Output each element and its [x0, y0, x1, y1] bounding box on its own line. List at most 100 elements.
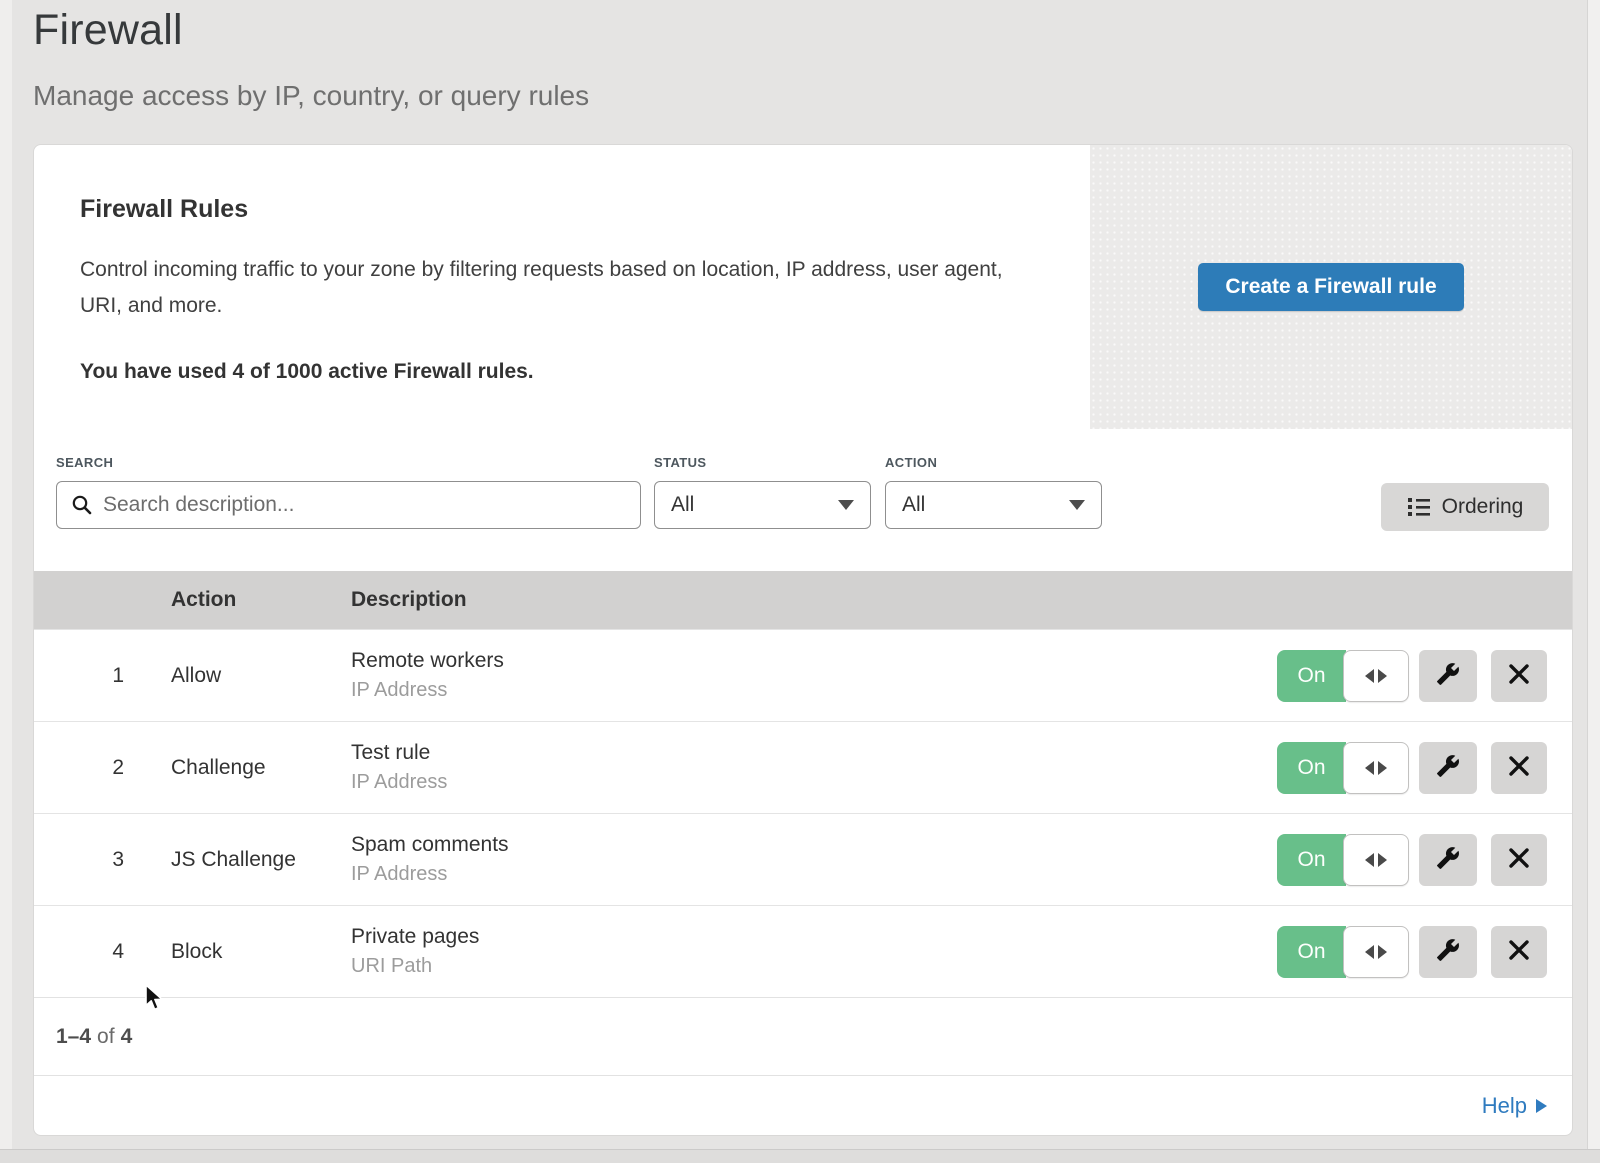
wrench-icon	[1436, 938, 1460, 965]
search-label: SEARCH	[56, 455, 113, 470]
rule-controls: On	[1277, 926, 1572, 978]
firewall-rules-card: Firewall Rules Control incoming traffic …	[33, 144, 1573, 1136]
search-box[interactable]	[56, 481, 641, 529]
rule-priority: 3	[34, 848, 171, 872]
status-select[interactable]: All	[654, 481, 871, 529]
help-arrow-icon	[1536, 1099, 1547, 1113]
toggle-right-arrow-icon	[1378, 853, 1387, 867]
page-title: Firewall	[33, 6, 183, 55]
rule-description: Test rule	[351, 741, 1277, 765]
toggle-handle[interactable]	[1343, 650, 1409, 702]
toggle-right-arrow-icon	[1378, 669, 1387, 683]
window-left-edge	[0, 0, 12, 1163]
rule-enabled-toggle[interactable]: On	[1277, 650, 1409, 702]
status-label: STATUS	[654, 455, 706, 470]
rule-description: Remote workers	[351, 649, 1277, 673]
window-bottom-edge	[0, 1149, 1600, 1163]
close-icon	[1508, 847, 1530, 872]
ordering-button-label: Ordering	[1442, 495, 1524, 519]
rule-description-cell: Remote workers IP Address	[351, 649, 1277, 702]
status-select-value: All	[671, 493, 694, 517]
toggle-right-arrow-icon	[1378, 761, 1387, 775]
pager-total: 4	[121, 1025, 133, 1049]
toggle-left-arrow-icon	[1365, 945, 1374, 959]
rule-controls: On	[1277, 650, 1572, 702]
ordering-list-icon	[1407, 496, 1431, 518]
action-column-header: Action	[171, 588, 351, 612]
toggle-on-label: On	[1277, 834, 1346, 886]
wrench-icon	[1436, 662, 1460, 689]
overview-description: Control incoming traffic to your zone by…	[80, 252, 1030, 324]
create-firewall-rule-button[interactable]: Create a Firewall rule	[1198, 263, 1463, 311]
table-row: 2 Challenge Test rule IP Address On	[34, 721, 1572, 813]
wrench-icon	[1436, 754, 1460, 781]
delete-rule-button[interactable]	[1491, 926, 1547, 978]
rule-controls: On	[1277, 742, 1572, 794]
rule-priority: 4	[34, 940, 171, 964]
table-row: 4 Block Private pages URI Path On	[34, 905, 1572, 997]
rule-description-cell: Spam comments IP Address	[351, 833, 1277, 886]
search-icon	[71, 494, 93, 516]
page-subtitle: Manage access by IP, country, or query r…	[33, 80, 589, 112]
filters-section: SEARCH STATUS All ACTION All	[34, 429, 1572, 571]
rule-priority: 2	[34, 756, 171, 780]
search-input[interactable]	[103, 493, 626, 517]
help-link-label: Help	[1482, 1093, 1527, 1119]
rule-description: Spam comments	[351, 833, 1277, 857]
rule-priority: 1	[34, 664, 171, 688]
help-link[interactable]: Help	[1482, 1093, 1547, 1119]
rule-description-cell: Private pages URI Path	[351, 925, 1277, 978]
rule-match-type: URI Path	[351, 955, 1277, 978]
rule-description-cell: Test rule IP Address	[351, 741, 1277, 794]
rule-controls: On	[1277, 834, 1572, 886]
toggle-handle[interactable]	[1343, 926, 1409, 978]
toggle-handle[interactable]	[1343, 834, 1409, 886]
rule-action: Block	[171, 940, 351, 964]
edit-rule-button[interactable]	[1419, 926, 1477, 978]
toggle-on-label: On	[1277, 926, 1346, 978]
rule-enabled-toggle[interactable]: On	[1277, 742, 1409, 794]
toggle-on-label: On	[1277, 650, 1346, 702]
action-select[interactable]: All	[885, 481, 1102, 529]
edit-rule-button[interactable]	[1419, 834, 1477, 886]
rule-match-type: IP Address	[351, 771, 1277, 794]
wrench-icon	[1436, 846, 1460, 873]
close-icon	[1508, 755, 1530, 780]
table-row: 1 Allow Remote workers IP Address On	[34, 629, 1572, 721]
firewall-page: Firewall Manage access by IP, country, o…	[0, 0, 1600, 1163]
close-icon	[1508, 939, 1530, 964]
table-header: Action Description	[34, 571, 1572, 629]
rule-action: Allow	[171, 664, 351, 688]
close-icon	[1508, 663, 1530, 688]
toggle-left-arrow-icon	[1365, 853, 1374, 867]
delete-rule-button[interactable]	[1491, 742, 1547, 794]
pager-separator: of	[97, 1025, 115, 1049]
ordering-button[interactable]: Ordering	[1381, 483, 1549, 531]
edit-rule-button[interactable]	[1419, 742, 1477, 794]
description-column-header: Description	[351, 588, 1572, 612]
card-footer: Help	[34, 1075, 1572, 1135]
overview-text: Firewall Rules Control incoming traffic …	[34, 145, 1090, 429]
overview-usage-counter: You have used 4 of 1000 active Firewall …	[80, 360, 1044, 384]
delete-rule-button[interactable]	[1491, 650, 1547, 702]
delete-rule-button[interactable]	[1491, 834, 1547, 886]
rule-action: JS Challenge	[171, 848, 351, 872]
rule-enabled-toggle[interactable]: On	[1277, 834, 1409, 886]
toggle-left-arrow-icon	[1365, 761, 1374, 775]
rule-match-type: IP Address	[351, 863, 1277, 886]
window-scrollbar-track	[1587, 0, 1600, 1163]
chevron-down-icon	[1069, 500, 1085, 510]
toggle-handle[interactable]	[1343, 742, 1409, 794]
chevron-down-icon	[838, 500, 854, 510]
rule-description: Private pages	[351, 925, 1277, 949]
create-rule-panel: Create a Firewall rule	[1090, 145, 1572, 429]
toggle-left-arrow-icon	[1365, 669, 1374, 683]
edit-rule-button[interactable]	[1419, 650, 1477, 702]
overview-heading: Firewall Rules	[80, 195, 1044, 224]
pagination-summary: 1–4 of 4	[34, 997, 1572, 1075]
rule-enabled-toggle[interactable]: On	[1277, 926, 1409, 978]
toggle-on-label: On	[1277, 742, 1346, 794]
rule-match-type: IP Address	[351, 679, 1277, 702]
table-row: 3 JS Challenge Spam comments IP Address …	[34, 813, 1572, 905]
action-select-value: All	[902, 493, 925, 517]
